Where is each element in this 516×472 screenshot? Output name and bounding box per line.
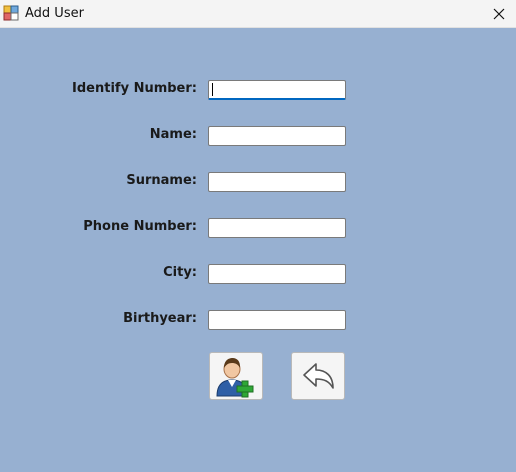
- city-label: City:: [163, 265, 197, 280]
- form-row-name: Name:: [0, 126, 516, 148]
- text-caret: [212, 83, 213, 96]
- name-input[interactable]: [208, 126, 346, 146]
- form-row-city: City:: [0, 264, 516, 286]
- add-user-window: Add User Identify Number: Name: Surname:…: [0, 0, 516, 472]
- add-user-button[interactable]: [209, 352, 263, 400]
- phone-number-input[interactable]: [208, 218, 346, 238]
- add-user-icon: [216, 358, 254, 398]
- form-row-surname: Surname:: [0, 172, 516, 194]
- form-row-birthyear: Birthyear:: [0, 310, 516, 332]
- close-button[interactable]: [482, 0, 516, 28]
- birthyear-label: Birthyear:: [123, 311, 197, 326]
- title-bar[interactable]: Add User: [0, 0, 516, 28]
- phone-number-label: Phone Number:: [83, 219, 197, 234]
- form-row-identify-number: Identify Number:: [0, 80, 516, 102]
- identify-number-input[interactable]: [208, 80, 346, 100]
- identify-number-label: Identify Number:: [72, 81, 197, 96]
- surname-label: Surname:: [126, 173, 197, 188]
- window-title: Add User: [25, 6, 84, 21]
- name-label: Name:: [149, 127, 197, 142]
- back-arrow-icon: [303, 363, 334, 389]
- back-button[interactable]: [291, 352, 345, 400]
- city-input[interactable]: [208, 264, 346, 284]
- close-icon: [493, 8, 505, 20]
- surname-input[interactable]: [208, 172, 346, 192]
- form-row-phone-number: Phone Number:: [0, 218, 516, 240]
- app-icon: [3, 5, 19, 21]
- birthyear-input[interactable]: [208, 310, 346, 330]
